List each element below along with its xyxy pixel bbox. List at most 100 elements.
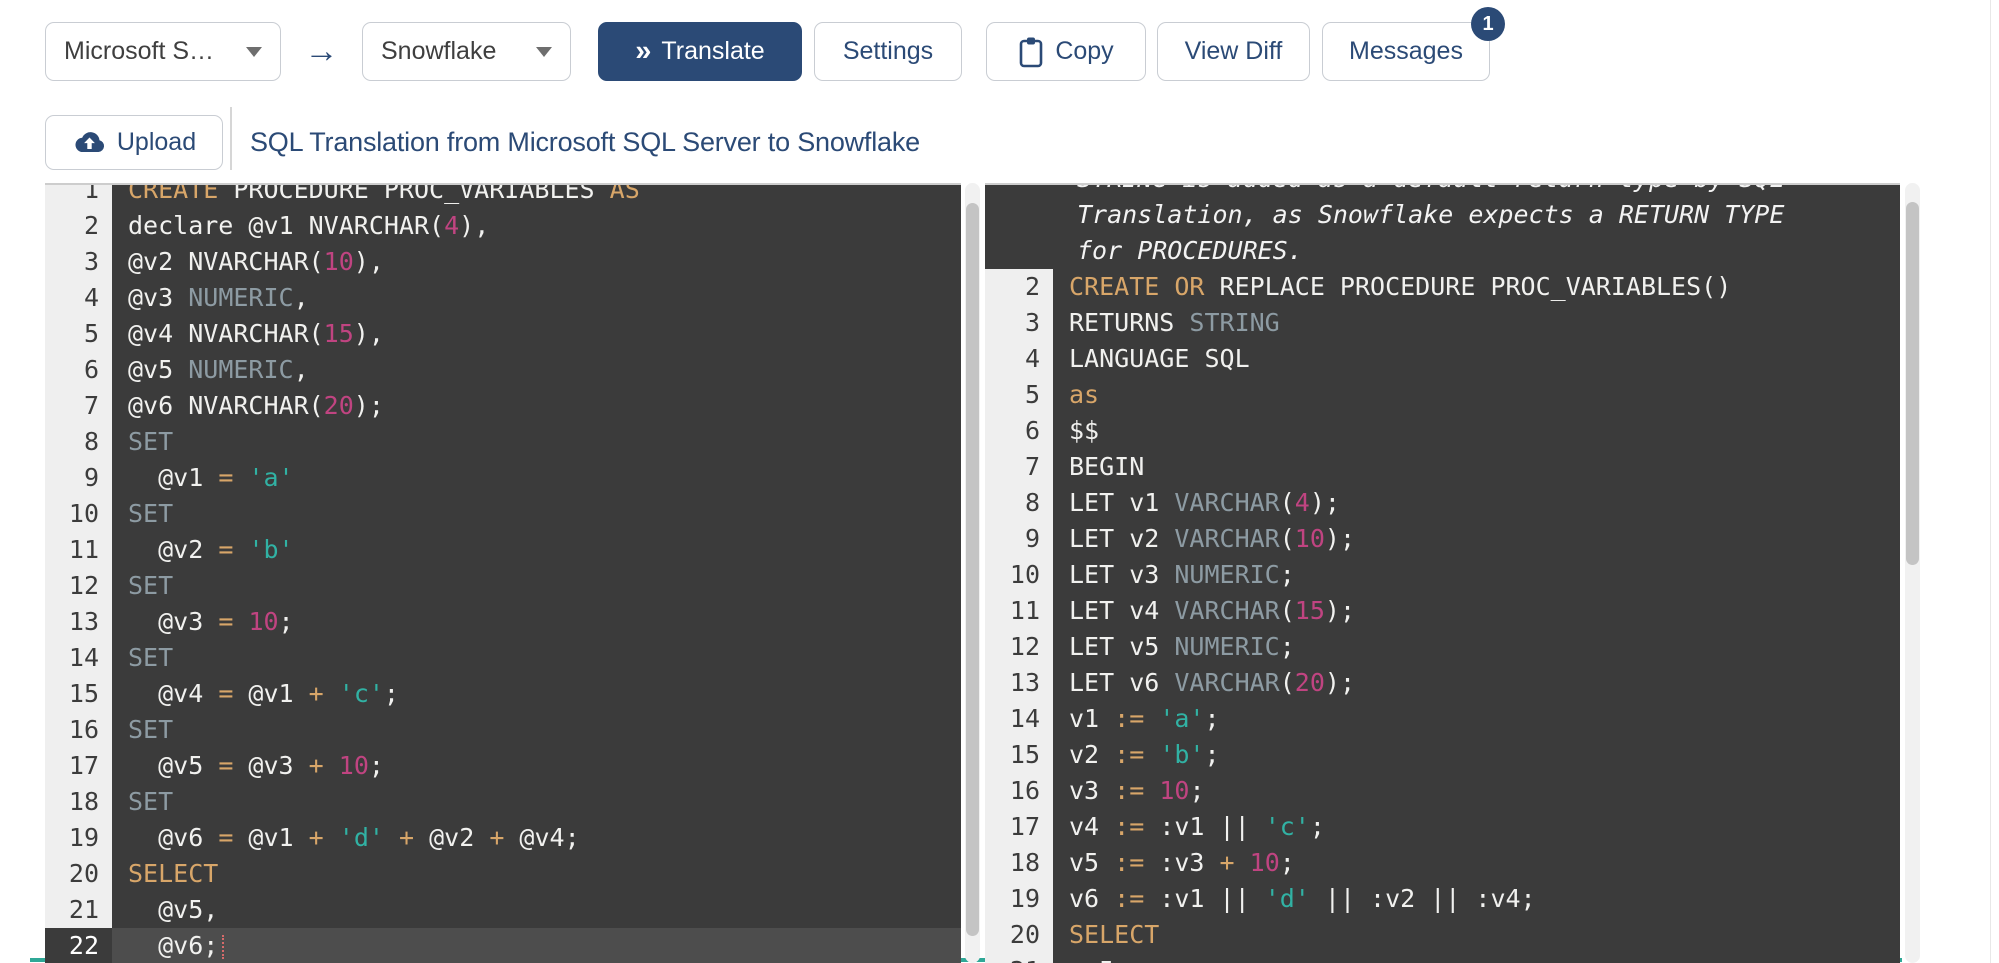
- view-diff-button-label: View Diff: [1184, 37, 1283, 65]
- code-line: 22 @v6;: [45, 928, 961, 963]
- code-line: 7 BEGIN: [985, 449, 1900, 485]
- target-language-value: Snowflake: [381, 37, 497, 65]
- code-text: declare @v1 NVARCHAR(4),: [128, 211, 490, 240]
- code-line: 12 SET: [45, 568, 961, 604]
- text-cursor: [222, 935, 225, 959]
- code-text: LET v2 VARCHAR(10);: [1069, 524, 1355, 553]
- code-line: 13 @v3 = 10;: [45, 604, 961, 640]
- line-number: 3: [45, 244, 112, 280]
- code-line: 21 @v5,: [45, 892, 961, 928]
- code-text: @v2 NVARCHAR(10),: [128, 247, 384, 276]
- code-text: CREATE PROCEDURE PROC_VARIABLES AS: [128, 183, 640, 204]
- line-number: 6: [985, 413, 1053, 449]
- code-text: @v1 = 'a': [128, 463, 294, 492]
- code-line: 10 SET: [45, 496, 961, 532]
- code-text: @v5,: [128, 895, 219, 924]
- upload-button[interactable]: Upload: [45, 115, 223, 170]
- translated-code-editor[interactable]: STRING is added as a default return type…: [985, 183, 1900, 963]
- code-text: BEGIN: [1069, 452, 1145, 481]
- code-text: :v5,: [1053, 953, 1900, 963]
- line-number: 3: [985, 305, 1053, 341]
- code-comment-line: Translation, as Snowflake expects a RETU…: [1077, 200, 1785, 229]
- translate-button-label: Translate: [661, 37, 765, 65]
- chevron-down-icon: [536, 46, 552, 57]
- code-text: @v6;: [112, 928, 961, 963]
- scrollbar-thumb[interactable]: [966, 203, 979, 936]
- code-line: 9 LET v2 VARCHAR(10);: [985, 521, 1900, 557]
- code-line: 12 LET v5 NUMERIC;: [985, 629, 1900, 665]
- code-line: 11 LET v4 VARCHAR(15);: [985, 593, 1900, 629]
- code-line: 5 as: [985, 377, 1900, 413]
- settings-button-label: Settings: [842, 37, 934, 65]
- code-line: 18 v5 := :v3 + 10;: [985, 845, 1900, 881]
- target-language-select[interactable]: Snowflake: [362, 22, 571, 81]
- line-number: 4: [45, 280, 112, 316]
- cloud-upload-icon: [72, 130, 106, 155]
- code-line: 2 declare @v1 NVARCHAR(4),: [45, 208, 961, 244]
- line-number: 5: [45, 316, 112, 352]
- code-text: SET: [128, 571, 174, 600]
- code-text: LET v5 NUMERIC;: [1069, 632, 1295, 661]
- line-number: 22: [45, 928, 112, 963]
- line-number: 21: [985, 953, 1053, 963]
- header-divider: [230, 107, 232, 170]
- code-line: 16 v3 := 10;: [985, 773, 1900, 809]
- line-number: 1: [45, 185, 112, 208]
- line-number: 7: [45, 388, 112, 424]
- code-text: SET: [128, 643, 174, 672]
- view-diff-button[interactable]: View Diff: [1157, 22, 1310, 81]
- clipboard-icon: [1018, 36, 1044, 68]
- code-line: 20 SELECT: [45, 856, 961, 892]
- line-number: 19: [985, 881, 1053, 917]
- code-text: LET v4 VARCHAR(15);: [1069, 596, 1355, 625]
- code-line: 7 @v6 NVARCHAR(20);: [45, 388, 961, 424]
- code-text: CREATE OR REPLACE PROCEDURE PROC_VARIABL…: [1069, 272, 1732, 301]
- line-number: 16: [985, 773, 1053, 809]
- code-line: 17 @v5 = @v3 + 10;: [45, 748, 961, 784]
- line-number: 21: [45, 892, 112, 928]
- code-line: 20 SELECT: [985, 917, 1900, 953]
- code-line: 6 @v5 NUMERIC,: [45, 352, 961, 388]
- line-number: 5: [985, 377, 1053, 413]
- translate-button[interactable]: » Translate: [598, 22, 802, 81]
- code-text: @v5 NUMERIC,: [128, 355, 309, 384]
- line-number: 20: [45, 856, 112, 892]
- code-line: 14 v1 := 'a';: [985, 701, 1900, 737]
- code-text: @v2 = 'b': [128, 535, 294, 564]
- source-language-select[interactable]: Microsoft S…: [45, 22, 281, 81]
- code-line: 10 LET v3 NUMERIC;: [985, 557, 1900, 593]
- line-number: 19: [45, 820, 112, 856]
- messages-button[interactable]: Messages: [1322, 22, 1490, 81]
- code-text: @v5 = @v3 + 10;: [128, 751, 384, 780]
- line-number: 11: [45, 532, 112, 568]
- line-number: 6: [45, 352, 112, 388]
- translated-editor-scrollbar[interactable]: [1905, 183, 1920, 963]
- code-comment-line: STRING is added as a default return type…: [985, 185, 1900, 197]
- code-line: 13 LET v6 VARCHAR(20);: [985, 665, 1900, 701]
- code-line: 5 @v4 NVARCHAR(15),: [45, 316, 961, 352]
- code-text: SET: [128, 787, 174, 816]
- settings-button[interactable]: Settings: [814, 22, 962, 81]
- code-line: 1 CREATE PROCEDURE PROC_VARIABLES AS: [45, 183, 961, 208]
- code-line: 6 $$: [985, 413, 1900, 449]
- code-line: 17 v4 := :v1 || 'c';: [985, 809, 1900, 845]
- code-text: SET: [128, 499, 174, 528]
- code-line: 3 RETURNS STRING: [985, 305, 1900, 341]
- code-text: @v4 NVARCHAR(15),: [128, 319, 384, 348]
- line-number: 4: [985, 341, 1053, 377]
- code-text: LET v1 VARCHAR(4);: [1069, 488, 1340, 517]
- code-line: 11 @v2 = 'b': [45, 532, 961, 568]
- scrollbar-thumb[interactable]: [1906, 202, 1919, 565]
- line-number: 9: [985, 521, 1053, 557]
- code-text: as: [1069, 380, 1100, 409]
- direction-arrow-icon: →: [304, 32, 339, 70]
- toolbar: Microsoft S… → Snowflake » Translate Set…: [45, 7, 1505, 81]
- source-code-editor[interactable]: 1 CREATE PROCEDURE PROC_VARIABLES AS 2 decl…: [45, 183, 961, 963]
- code-line: 9 @v1 = 'a': [45, 460, 961, 496]
- code-line: 16 SET: [45, 712, 961, 748]
- line-number: 17: [985, 809, 1053, 845]
- source-editor-scrollbar[interactable]: [965, 183, 980, 963]
- copy-button[interactable]: Copy: [986, 22, 1146, 81]
- code-line: 14 SET: [45, 640, 961, 676]
- line-number: 14: [45, 640, 112, 676]
